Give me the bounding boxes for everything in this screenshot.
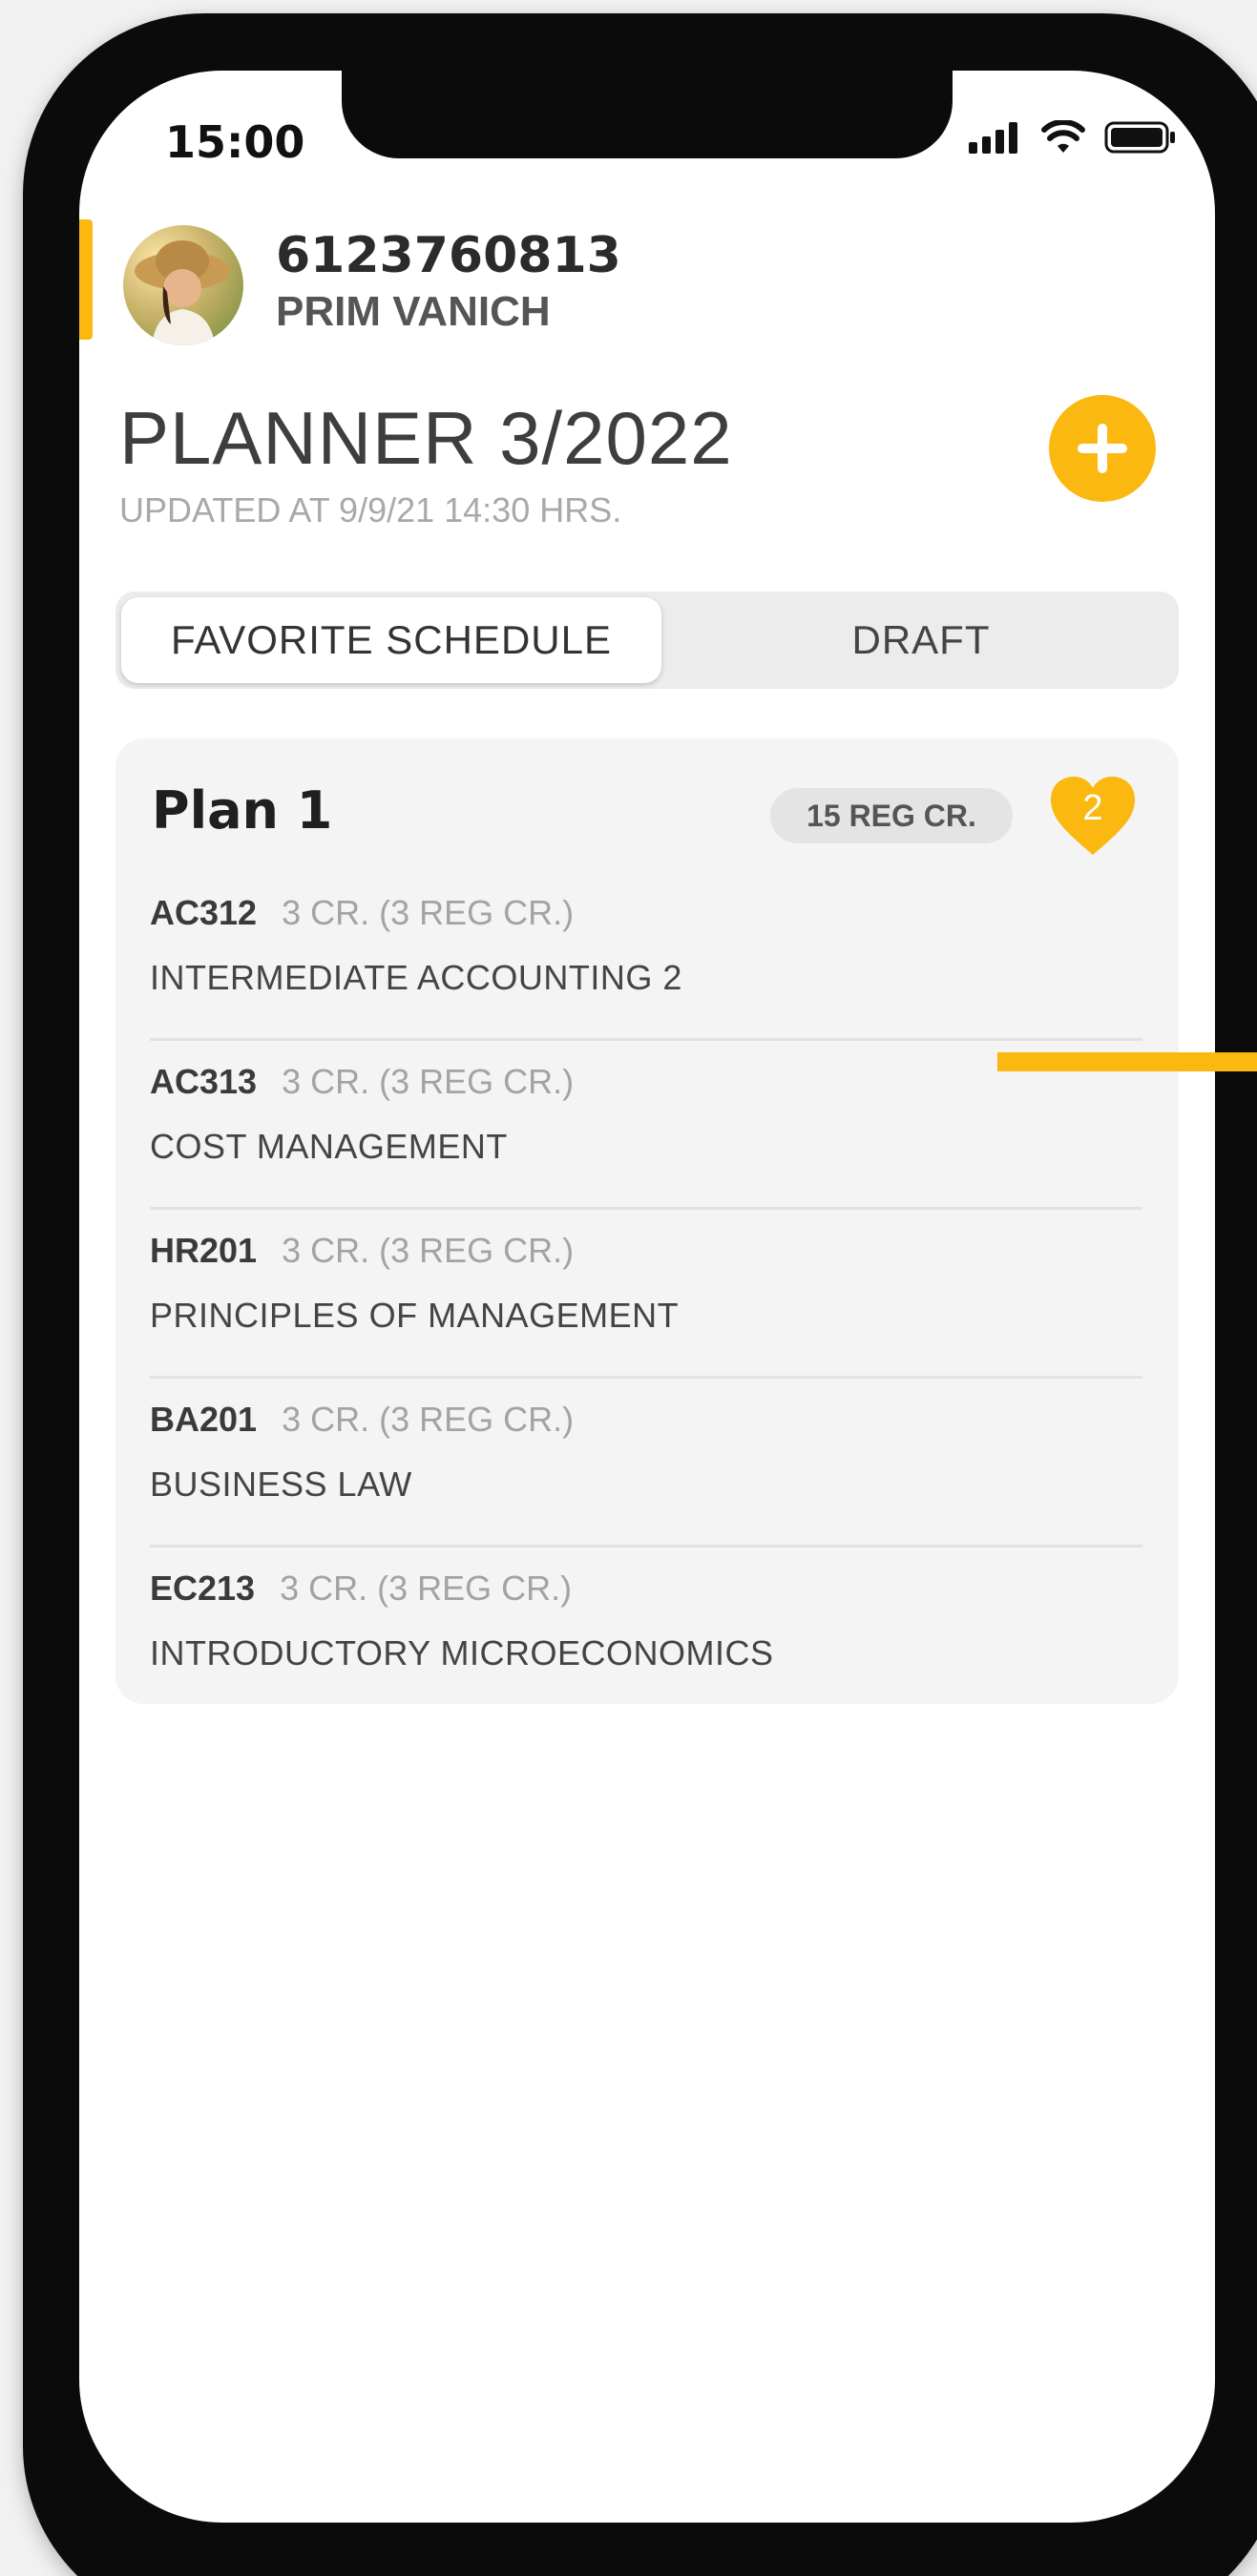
side-marker-line xyxy=(997,1052,1257,1071)
course-code: EC213 xyxy=(150,1568,256,1608)
status-icons xyxy=(969,120,1177,155)
course-list: AC312 3 CR. (3 REG CR.) INTERMEDIATE ACC… xyxy=(150,872,1142,1716)
updated-timestamp: UPDATED AT 9/9/21 14:30 HRS. xyxy=(119,490,622,530)
avatar[interactable] xyxy=(123,225,243,345)
phone-screen: 15:00 6123760813 PRIM VANICH PLANNER 3/2… xyxy=(79,71,1215,2523)
list-item[interactable]: BA201 3 CR. (3 REG CR.) BUSINESS LAW xyxy=(150,1379,1142,1548)
plan-card[interactable]: Plan 1 15 REG CR. 2 AC312 3 CR. (3 REG C… xyxy=(115,738,1179,1704)
list-item[interactable]: HR201 3 CR. (3 REG CR.) PRINCIPLES OF MA… xyxy=(150,1210,1142,1379)
notch xyxy=(342,71,953,158)
student-id: 6123760813 xyxy=(276,227,621,284)
stage: 15:00 6123760813 PRIM VANICH PLANNER 3/2… xyxy=(0,0,1257,2576)
course-name: PRINCIPLES OF MANAGEMENT xyxy=(150,1296,680,1335)
profile-accent-bar xyxy=(79,219,93,340)
list-item[interactable]: EC213 3 CR. (3 REG CR.) INTRODUCTORY MIC… xyxy=(150,1548,1142,1716)
signal-icon xyxy=(969,122,1017,154)
course-name: COST MANAGEMENT xyxy=(150,1127,508,1166)
plan-title: Plan 1 xyxy=(152,780,333,841)
course-credits: 3 CR. (3 REG CR.) xyxy=(282,1231,575,1270)
list-item[interactable]: AC312 3 CR. (3 REG CR.) INTERMEDIATE ACC… xyxy=(150,872,1142,1041)
course-code: AC313 xyxy=(150,1062,258,1101)
tab-favorite-schedule[interactable]: FAVORITE SCHEDULE xyxy=(121,597,661,683)
course-name: INTRODUCTORY MICROECONOMICS xyxy=(150,1633,774,1672)
add-plan-button[interactable] xyxy=(1049,395,1156,502)
page-title: PLANNER 3/2022 xyxy=(119,396,733,480)
course-code: HR201 xyxy=(150,1231,258,1270)
tab-draft[interactable]: DRAFT xyxy=(669,597,1173,683)
status-time: 15:00 xyxy=(165,116,305,168)
plus-icon xyxy=(1078,424,1127,473)
avatar-photo xyxy=(135,240,230,345)
wifi-icon xyxy=(1041,120,1085,153)
favorite-button[interactable]: 2 xyxy=(1047,773,1139,859)
course-code: BA201 xyxy=(150,1400,258,1439)
course-credits: 3 CR. (3 REG CR.) xyxy=(282,893,575,932)
course-credits: 3 CR. (3 REG CR.) xyxy=(282,1062,575,1101)
course-name: INTERMEDIATE ACCOUNTING 2 xyxy=(150,958,682,997)
course-name: BUSINESS LAW xyxy=(150,1465,412,1504)
credit-badge: 15 REG CR. xyxy=(770,788,1013,843)
course-code: AC312 xyxy=(150,893,258,932)
student-name: PRIM VANICH xyxy=(276,288,551,335)
schedule-tabs: FAVORITE SCHEDULE DRAFT xyxy=(115,592,1179,689)
battery-icon xyxy=(1104,121,1175,154)
list-item[interactable]: AC313 3 CR. (3 REG CR.) COST MANAGEMENT xyxy=(150,1041,1142,1210)
course-credits: 3 CR. (3 REG CR.) xyxy=(280,1568,573,1608)
course-credits: 3 CR. (3 REG CR.) xyxy=(282,1400,575,1439)
favorite-count: 2 xyxy=(1082,788,1103,828)
